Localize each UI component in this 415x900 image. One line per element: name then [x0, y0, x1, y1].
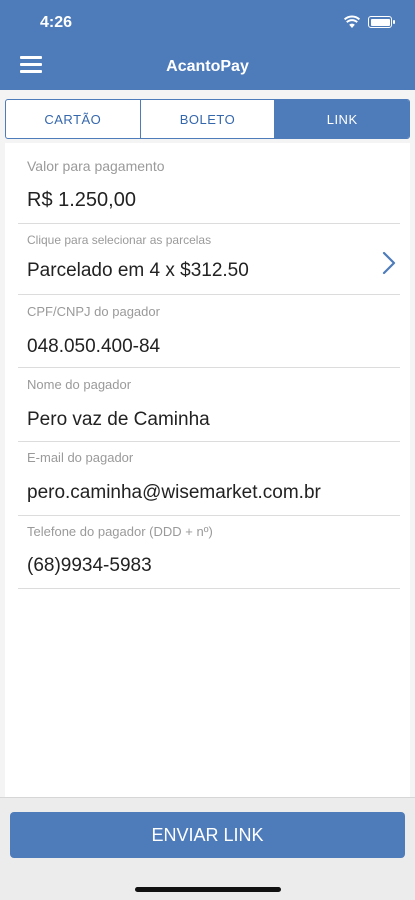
- phone-label: Telefone do pagador (DDD + nº): [27, 524, 213, 539]
- name-value: Pero vaz de Caminha: [27, 409, 210, 430]
- app-header: 4:26 AcantoPay: [0, 0, 415, 90]
- phone-value: (68)9934-5983: [27, 555, 152, 576]
- main-content: CARTÃO BOLETO LINK Valor para pagamento …: [0, 90, 415, 797]
- installments-value: Parcelado em 4 x $312.50: [27, 260, 249, 281]
- document-label: CPF/CNPJ do pagador: [27, 304, 160, 319]
- chevron-right-icon: [382, 251, 396, 275]
- send-link-button[interactable]: ENVIAR LINK: [10, 812, 405, 858]
- status-bar: 4:26: [0, 0, 415, 44]
- amount-field[interactable]: Valor para pagamento R$ 1.250,00: [18, 143, 400, 211]
- app-title: AcantoPay: [166, 58, 249, 75]
- payment-form: Valor para pagamento R$ 1.250,00 Clique …: [5, 143, 410, 797]
- wifi-icon: [344, 15, 360, 28]
- bottom-action-bar: ENVIAR LINK: [0, 797, 415, 900]
- email-label: E-mail do pagador: [27, 450, 134, 465]
- email-field[interactable]: E-mail do pagador pero.caminha@wisemarke…: [18, 442, 400, 516]
- payment-type-tabs: CARTÃO BOLETO LINK: [5, 99, 410, 139]
- name-field[interactable]: Nome do pagador Pero vaz de Caminha: [18, 368, 400, 442]
- tab-link[interactable]: LINK: [275, 100, 409, 138]
- battery-cap: [393, 20, 395, 24]
- installments-label: Clique para selecionar as parcelas: [27, 233, 212, 247]
- tab-boleto[interactable]: BOLETO: [141, 100, 276, 138]
- document-value: 048.050.400-84: [27, 336, 161, 357]
- amount-label: Valor para pagamento: [27, 158, 165, 174]
- amount-value: R$ 1.250,00: [27, 189, 136, 211]
- status-time: 4:26: [40, 14, 73, 31]
- tab-cartao[interactable]: CARTÃO: [6, 100, 141, 138]
- installments-selector[interactable]: Clique para selecionar as parcelas Parce…: [18, 223, 400, 295]
- name-label: Nome do pagador: [27, 377, 132, 392]
- battery-icon: [368, 16, 392, 28]
- phone-field[interactable]: Telefone do pagador (DDD + nº) (68)9934-…: [18, 516, 400, 589]
- document-field[interactable]: CPF/CNPJ do pagador 048.050.400-84: [18, 294, 400, 368]
- home-indicator[interactable]: [135, 887, 281, 892]
- email-value: pero.caminha@wisemarket.com.br: [27, 482, 321, 503]
